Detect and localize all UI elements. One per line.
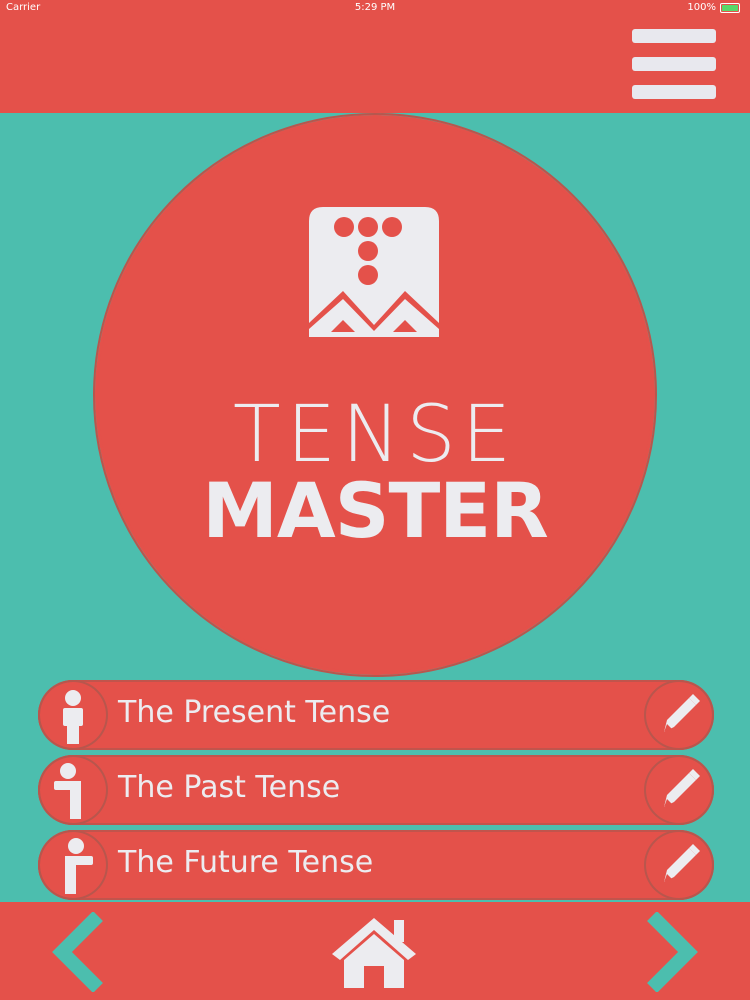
chevron-left-icon[interactable]: [48, 912, 108, 992]
menu-line: [632, 29, 716, 43]
tense-label: The Present Tense: [118, 695, 391, 730]
tense-item-future[interactable]: The Future Tense: [38, 830, 714, 900]
battery-icon: [720, 3, 740, 13]
top-bar: [0, 0, 750, 113]
pencil-icon[interactable]: [644, 680, 714, 750]
hamburger-menu-button[interactable]: [630, 27, 718, 101]
home-icon[interactable]: [328, 914, 420, 990]
tense-item-past[interactable]: The Past Tense: [38, 755, 714, 825]
bottom-nav-bar: [0, 902, 750, 1000]
chevron-right-icon[interactable]: [642, 912, 702, 992]
battery-percent: 100%: [687, 2, 716, 13]
status-bar: Carrier 5:29 PM 100%: [0, 0, 750, 16]
tense-label: The Future Tense: [118, 845, 374, 880]
menu-line: [632, 57, 716, 71]
tense-label: The Past Tense: [118, 770, 341, 805]
app-title-line2: MASTER: [202, 466, 548, 555]
person-arm-forward-icon: [38, 830, 108, 900]
pencil-icon[interactable]: [644, 755, 714, 825]
tense-item-present[interactable]: The Present Tense: [38, 680, 714, 750]
menu-line: [632, 85, 716, 99]
pencil-icon[interactable]: [644, 830, 714, 900]
app-logo-icon: [309, 207, 439, 337]
person-standing-icon: [38, 680, 108, 750]
clock: 5:29 PM: [354, 2, 396, 13]
person-arm-back-icon: [38, 755, 108, 825]
